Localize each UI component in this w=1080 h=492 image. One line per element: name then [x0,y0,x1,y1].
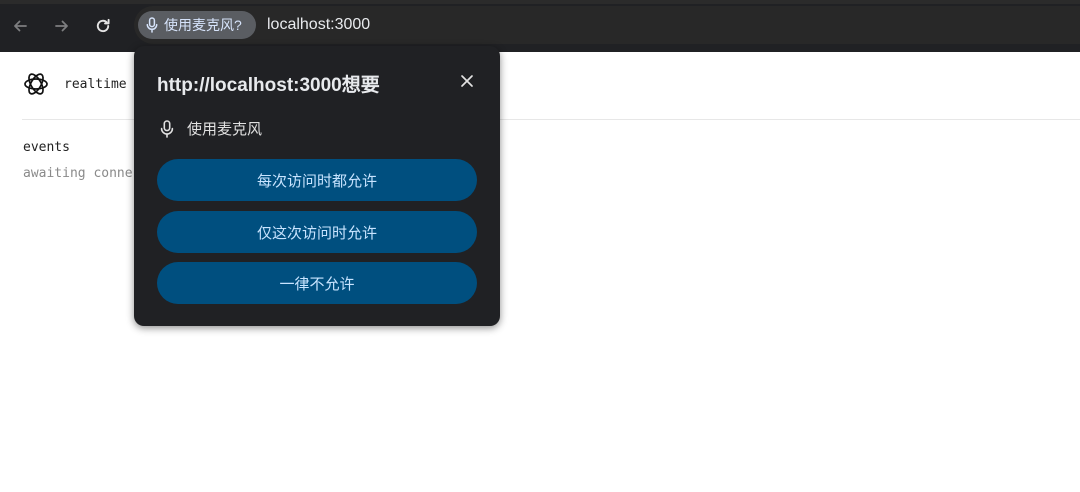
microphone-icon [160,119,174,138]
toolbar-top-strip [0,0,1080,4]
app-header: realtime [22,70,127,98]
allow-always-button[interactable]: 每次访问时都允许 [157,159,477,201]
microphone-permission-dialog: http://localhost:3000想要 使用麦克风 每次访问时都允许 仅… [134,46,500,326]
back-button[interactable] [7,13,33,39]
microphone-icon [146,17,158,33]
permission-dialog-title: http://localhost:3000想要 [157,75,380,96]
permission-row: 使用麦克风 [160,118,262,139]
url-text[interactable]: localhost:3000 [267,14,370,36]
allow-this-time-button[interactable]: 仅这次访问时允许 [157,211,477,253]
close-icon [461,75,473,87]
close-button[interactable] [457,71,477,91]
permission-label: 使用麦克风 [187,121,263,138]
openai-logo-icon [24,73,48,95]
reload-icon [96,18,110,33]
events-status: awaiting conne [23,166,133,181]
events-title: events [23,140,70,155]
browser-toolbar: 使用麦克风? localhost:3000 [0,0,1080,52]
arrow-left-icon [14,20,27,32]
arrow-right-icon [55,20,68,32]
microphone-permission-chip[interactable]: 使用麦克风? [138,11,256,39]
reload-button[interactable] [90,13,116,39]
forward-button[interactable] [49,13,75,39]
permission-chip-label: 使用麦克风? [164,17,242,33]
app-name: realtime [64,76,127,92]
never-allow-button[interactable]: 一律不允许 [157,262,477,304]
